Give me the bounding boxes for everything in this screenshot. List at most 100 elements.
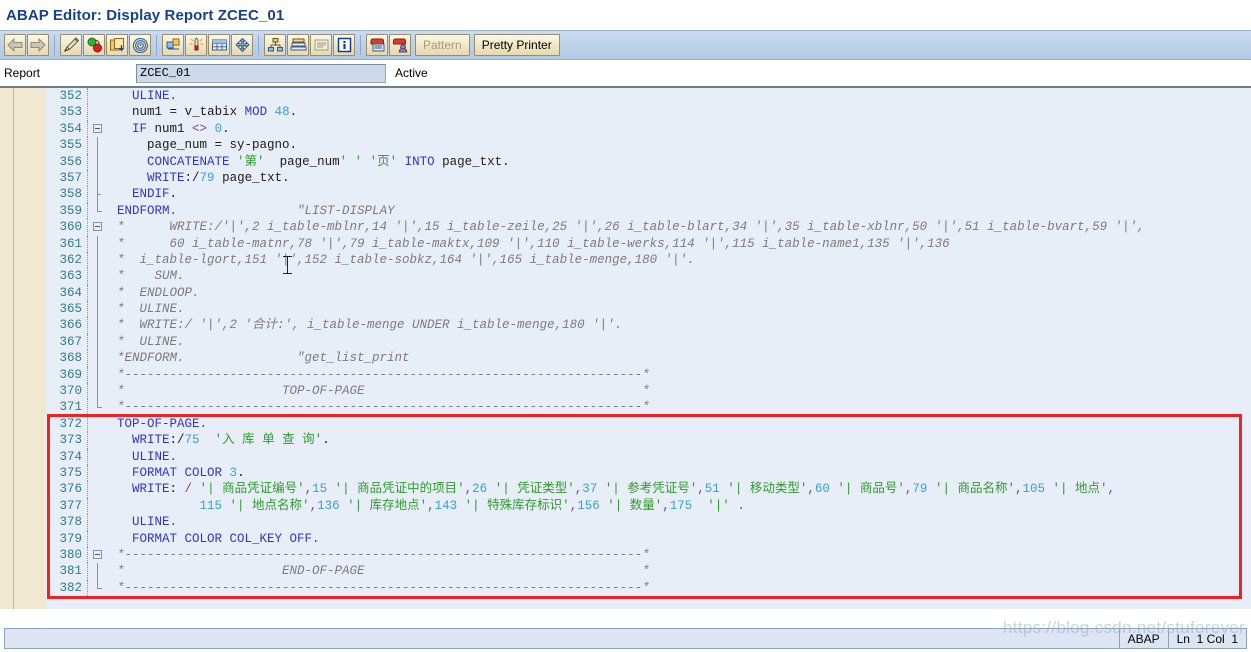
pretty-printer-button[interactable]: Pretty Printer: [473, 34, 560, 56]
code-line[interactable]: 352 ULINE.: [46, 88, 1251, 105]
fold-gutter[interactable]: [88, 153, 112, 170]
fold-collapse-icon[interactable]: [93, 123, 102, 133]
code-text[interactable]: *---------------------------------------…: [112, 399, 1251, 415]
code-line[interactable]: 382 *------------------------------------…: [46, 579, 1251, 597]
fold-gutter[interactable]: [88, 104, 112, 120]
code-text[interactable]: * ULINE.: [112, 334, 1251, 350]
code-line[interactable]: 368 *ENDFORM. "get_list_print: [46, 350, 1251, 367]
fold-gutter[interactable]: [88, 432, 112, 448]
code-text[interactable]: * WRITE:/'|',2 i_table-mblnr,14 '|',15 i…: [112, 219, 1251, 235]
fold-collapse-icon[interactable]: [93, 222, 102, 232]
fold-gutter[interactable]: [88, 251, 112, 269]
code-text[interactable]: ULINE.: [112, 88, 1251, 104]
code-line[interactable]: 369 *------------------------------------…: [46, 366, 1251, 384]
navigate-icon[interactable]: [231, 34, 253, 56]
fold-gutter[interactable]: [88, 219, 112, 235]
fold-gutter[interactable]: [88, 514, 112, 530]
code-text[interactable]: page_num = sy-pagno.: [112, 137, 1251, 153]
code-text[interactable]: * WRITE:/ '|',2 '合计:', i_table-menge UND…: [112, 317, 1251, 333]
code-text[interactable]: WRITE:/79 page_txt.: [112, 170, 1251, 186]
fold-gutter[interactable]: [88, 169, 112, 187]
code-text[interactable]: ULINE.: [112, 514, 1251, 530]
code-text[interactable]: ULINE.: [112, 449, 1251, 465]
fold-gutter[interactable]: [88, 88, 112, 104]
code-line[interactable]: 358 ENDIF.: [46, 186, 1251, 203]
code-text[interactable]: WRITE: / '| 商品凭证编号',15 '| 商品凭证中的项目',26 '…: [112, 481, 1251, 497]
code-line[interactable]: 379 FORMAT COLOR COL_KEY OFF.: [46, 530, 1251, 547]
code-line[interactable]: 370 * TOP-OF-PAGE *: [46, 383, 1251, 400]
display-object-list-icon[interactable]: [162, 34, 184, 56]
code-text[interactable]: WRITE:/75 '入 库 单 查 询'.: [112, 432, 1251, 448]
code-text[interactable]: * ENDLOOP.: [112, 285, 1251, 301]
code-line[interactable]: 354 IF num1 <> 0.: [46, 120, 1251, 138]
info-icon[interactable]: [333, 34, 355, 56]
fold-gutter[interactable]: [88, 498, 112, 514]
fold-gutter[interactable]: [88, 121, 112, 137]
code-text[interactable]: num1 = v_tabix MOD 48.: [112, 104, 1251, 120]
fold-gutter[interactable]: [88, 416, 112, 432]
list-icon[interactable]: [310, 34, 332, 56]
code-text[interactable]: FORMAT COLOR COL_KEY OFF.: [112, 531, 1251, 547]
code-text[interactable]: *---------------------------------------…: [112, 367, 1251, 383]
code-line[interactable]: 364 * ENDLOOP.: [46, 284, 1251, 302]
fold-gutter[interactable]: [88, 579, 112, 596]
code-line[interactable]: 371 *------------------------------------…: [46, 399, 1251, 416]
code-text[interactable]: *---------------------------------------…: [112, 547, 1251, 563]
code-line[interactable]: 375 FORMAT COLOR 3.: [46, 464, 1251, 482]
code-line[interactable]: 361 * 60 i_table-matnr,78 '|',79 i_table-…: [46, 235, 1251, 252]
where-used-icon[interactable]: [129, 34, 151, 56]
code-line[interactable]: 378 ULINE.: [46, 514, 1251, 531]
fold-collapse-icon[interactable]: [93, 549, 102, 559]
code-text[interactable]: CONCATENATE '第' page_num' ' '页' INTO pag…: [112, 154, 1251, 170]
fold-gutter[interactable]: [88, 449, 112, 465]
activate-icon[interactable]: [83, 34, 105, 56]
source-code-area[interactable]: 352 ULINE. 353 num1 = v_tabix MOD 48. 354 …: [46, 88, 1251, 609]
code-text[interactable]: IF num1 <> 0.: [112, 121, 1251, 137]
code-text[interactable]: ENDFORM. "LIST-DISPLAY: [112, 203, 1251, 219]
code-line[interactable]: 367 * ULINE.: [46, 333, 1251, 351]
code-line[interactable]: 362 * i_table-lgort,151 '|',152 i_table-s…: [46, 251, 1251, 269]
code-text[interactable]: * END-OF-PAGE *: [112, 563, 1251, 579]
code-line[interactable]: 359 ENDFORM. "LIST-DISPLAY: [46, 202, 1251, 220]
report-name-input[interactable]: ZCEC_01: [136, 63, 386, 83]
pattern-button[interactable]: Pattern: [415, 34, 470, 56]
code-text[interactable]: *---------------------------------------…: [112, 580, 1251, 596]
code-line[interactable]: 357 WRITE:/79 page_txt.: [46, 169, 1251, 187]
fold-gutter[interactable]: [88, 399, 112, 415]
fold-gutter[interactable]: [88, 301, 112, 318]
fold-gutter[interactable]: [88, 350, 112, 367]
insert-statement-icon[interactable]: [366, 34, 388, 56]
fold-gutter[interactable]: [88, 531, 112, 547]
fold-gutter[interactable]: [88, 366, 112, 384]
code-line[interactable]: 372 TOP-OF-PAGE.: [46, 415, 1251, 433]
fold-gutter[interactable]: [88, 268, 112, 285]
hierarchy-icon[interactable]: [264, 34, 286, 56]
code-line[interactable]: 356 CONCATENATE '第' page_num' ' '页' INTO…: [46, 153, 1251, 170]
code-text[interactable]: * i_table-lgort,151 '|',152 i_table-sobk…: [112, 252, 1251, 268]
back-icon[interactable]: [4, 34, 26, 56]
code-line[interactable]: 376 WRITE: / '| 商品凭证编号',15 '| 商品凭证中的项目',…: [46, 481, 1251, 498]
code-text[interactable]: *ENDFORM. "get_list_print: [112, 350, 1251, 366]
fold-gutter[interactable]: [88, 563, 112, 580]
code-editor[interactable]: 352 ULINE. 353 num1 = v_tabix MOD 48. 354 …: [0, 86, 1251, 609]
check-syntax-icon[interactable]: [60, 34, 82, 56]
fold-gutter[interactable]: [88, 137, 112, 154]
bookmark-gutter[interactable]: [0, 88, 14, 609]
user-object-icon[interactable]: [389, 34, 411, 56]
code-line[interactable]: 381 * END-OF-PAGE *: [46, 563, 1251, 580]
code-text[interactable]: ENDIF.: [112, 186, 1251, 202]
fold-gutter[interactable]: [88, 333, 112, 351]
fold-gutter[interactable]: [88, 186, 112, 203]
code-line[interactable]: 377 115 '| 地点名称',136 '| 库存地点',143 '| 特殊库…: [46, 497, 1251, 515]
code-line[interactable]: 373 WRITE:/75 '入 库 单 查 询'.: [46, 432, 1251, 449]
debug-icon[interactable]: [185, 34, 207, 56]
table-display-icon[interactable]: [208, 34, 230, 56]
fold-gutter[interactable]: [88, 547, 112, 563]
code-text[interactable]: TOP-OF-PAGE.: [112, 416, 1251, 432]
code-line[interactable]: 363 * SUM.: [46, 268, 1251, 285]
code-text[interactable]: * SUM.: [112, 268, 1251, 284]
code-line[interactable]: 380 *------------------------------------…: [46, 546, 1251, 564]
fold-gutter[interactable]: [88, 202, 112, 219]
code-text[interactable]: 115 '| 地点名称',136 '| 库存地点',143 '| 特殊库存标识'…: [112, 498, 1251, 514]
fold-gutter[interactable]: [88, 235, 112, 252]
